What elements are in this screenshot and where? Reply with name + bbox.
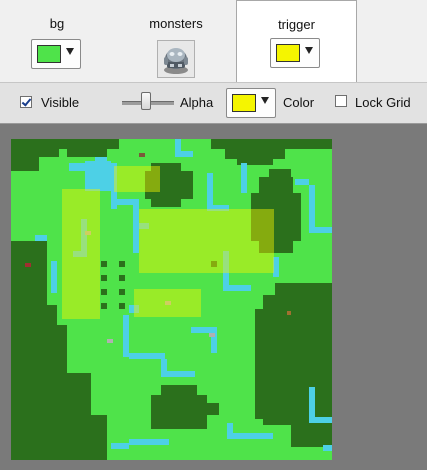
trigger-color-swatch [276,44,300,62]
checkmark-icon [21,96,32,107]
alpha-label: Alpha [180,95,214,110]
bg-color-picker[interactable] [31,39,81,69]
monster-sprite-button[interactable] [157,40,195,78]
monster-sprite-icon [164,48,188,74]
layer-tabs: bg monsters trigger [0,0,427,82]
tile-map [11,139,332,460]
tab-bg[interactable]: bg [0,0,114,82]
visible-label: Visible [41,95,80,110]
chevron-down-icon [305,47,313,54]
visible-checkbox[interactable] [20,96,32,108]
chevron-down-icon [261,97,269,104]
chevron-down-icon [66,48,74,55]
alpha-slider-thumb[interactable] [141,92,151,110]
trigger-zone [114,166,160,192]
tab-bg-label: bg [49,16,65,31]
map-canvas[interactable] [11,139,332,460]
trigger-zone [62,189,100,319]
tab-monsters-label: monsters [149,16,203,31]
color-label: Color [283,95,315,110]
trigger-zone [139,209,274,273]
lock-grid-checkbox[interactable] [335,95,347,107]
color-swatch [232,94,256,112]
layer-toolbar: Visible Alpha Color Lock Grid [0,82,427,124]
trigger-zone [134,289,201,317]
trigger-color-picker[interactable] [270,38,320,68]
lock-grid-label: Lock Grid [355,95,411,110]
bg-color-swatch [37,45,61,63]
tab-trigger-label: trigger [278,17,315,32]
tab-trigger[interactable]: trigger [236,0,357,82]
color-picker[interactable] [226,88,276,118]
